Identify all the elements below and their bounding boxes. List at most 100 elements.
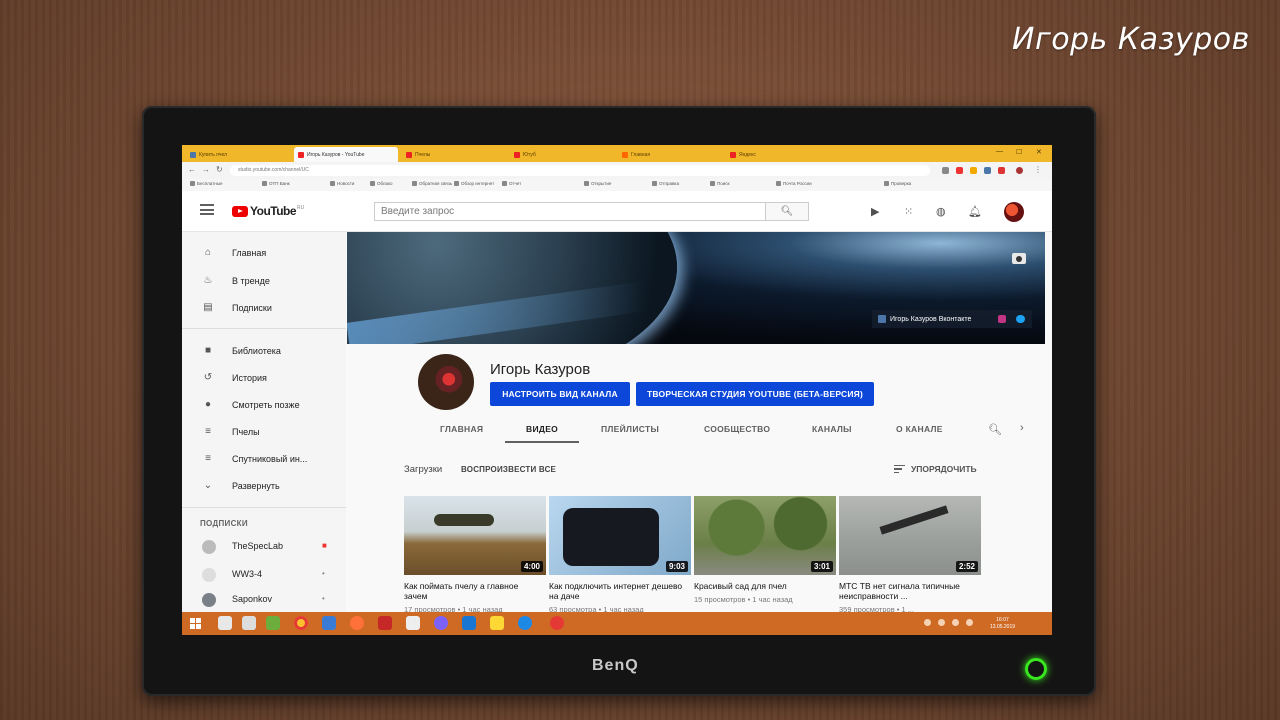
sidebar-item-library[interactable]: ■ Библиотека [182,340,346,362]
bookmark[interactable]: Открытие [584,181,611,186]
taskbar-clock[interactable]: 16:07 13.05.2019 [990,617,1015,631]
bookmark[interactable]: Проверка [884,181,911,186]
search-icon[interactable] [218,616,232,630]
customize-channel-button[interactable]: НАСТРОИТЬ ВИД КАНАЛА [490,382,630,406]
uploads-label[interactable]: Загрузки [404,464,442,475]
browser-tab[interactable]: Пчелы [402,147,506,162]
browser-tab[interactable]: Главная [618,147,722,162]
sidebar-item-trending[interactable]: ♨ В тренде [182,270,346,292]
channel-avatar[interactable] [418,354,474,410]
folder-icon[interactable] [490,616,504,630]
bookmark[interactable]: Отправка [652,181,679,186]
hamburger-menu-icon[interactable] [200,204,214,215]
browser-tab-active[interactable]: Игорь Казуров - YouTube [294,147,398,162]
bookmark[interactable]: Отчет [502,181,521,186]
bookmark[interactable]: Новости [330,181,354,186]
bookmark[interactable]: Бесплатные [190,181,222,186]
video-title[interactable]: МТС ТВ нет сигнала типичные неисправност… [839,581,981,601]
tab-community[interactable]: СООБЩЕСТВО [704,424,770,434]
search-input[interactable]: Введите запрос [374,202,766,221]
extension-icon[interactable] [942,167,949,174]
sidebar-item-subscriptions[interactable]: ▤ Подписки [182,297,346,319]
app-icon[interactable] [406,616,420,630]
reload-icon[interactable]: ↻ [216,165,223,174]
close-icon[interactable]: ✕ [1036,148,1042,156]
video-thumbnail[interactable]: 9:03 [549,496,691,575]
bookmark[interactable]: Облако [370,181,393,186]
maximize-icon[interactable]: ☐ [1016,148,1022,156]
tab-home[interactable]: ГЛАВНАЯ [440,424,483,434]
extension-icon[interactable] [984,167,991,174]
search-icon[interactable]: 🔍︎ [988,423,1002,436]
video-camera-icon[interactable]: ▶ [871,205,879,218]
video-title[interactable]: Как поймать пчелу а главное зачем [404,581,546,601]
app-icon[interactable] [266,616,280,630]
video-thumbnail[interactable]: 2:52 [839,496,981,575]
video-card[interactable]: 3:01 Красивый сад для пчел 15 просмотров… [694,496,836,604]
video-title[interactable]: Красивый сад для пчел [694,581,836,591]
twitter-icon[interactable] [1016,315,1025,323]
video-thumbnail[interactable]: 3:01 [694,496,836,575]
instagram-icon[interactable] [998,315,1006,323]
subscription-item[interactable]: TheSpecLab ■ [182,537,346,557]
back-icon[interactable]: ← [188,165,196,174]
tab-videos[interactable]: ВИДЕО [526,424,558,434]
minimize-icon[interactable]: — [996,148,1003,155]
app-icon[interactable] [462,616,476,630]
volume-icon[interactable] [952,619,959,626]
bookmark[interactable]: Обзор интернет [454,181,494,186]
sort-button[interactable]: УПОРЯДОЧИТЬ [894,464,977,475]
tab-about[interactable]: О КАНАЛЕ [896,424,943,434]
sidebar-item-expand[interactable]: ⌄ Развернуть [182,475,346,497]
sidebar-item-home[interactable]: ⌂ Главная [182,242,346,264]
profile-icon[interactable] [1016,167,1023,174]
avatar[interactable] [1004,202,1024,222]
video-title[interactable]: Как подключить интернет дешево на даче [549,581,691,601]
banner-social-links[interactable]: Игорь Казуров Вконтакте [872,310,1032,328]
youtube-logo[interactable]: YouTube RU [232,204,304,218]
subscription-item[interactable]: WW3-4 • [182,565,346,585]
extension-icon[interactable] [998,167,1005,174]
browser-tab[interactable]: Яндекс [726,147,830,162]
sidebar-item-playlist-bees[interactable]: ≡ Пчелы [182,421,346,443]
bookmark[interactable]: Обратная связь [412,181,452,186]
studio-button[interactable]: ТВОРЧЕСКАЯ СТУДИЯ YOUTUBE (БЕТА-ВЕРСИЯ) [636,382,874,406]
video-card[interactable]: 2:52 МТС ТВ нет сигнала типичные неиспра… [839,496,981,614]
forward-icon[interactable]: → [202,165,210,174]
tray-icon[interactable] [938,619,945,626]
video-card[interactable]: 9:03 Как подключить интернет дешево на д… [549,496,691,614]
bookmark[interactable]: ОТП Банк [262,181,290,186]
search-button[interactable]: 🔍︎ [765,202,809,221]
windows-start-icon[interactable] [190,618,201,629]
subscription-item[interactable]: Saponkov • [182,590,346,610]
opera-icon[interactable] [550,616,564,630]
chevron-right-icon[interactable]: › [1020,422,1024,434]
camera-icon[interactable] [1012,253,1026,264]
tab-channels[interactable]: КАНАЛЫ [812,424,852,434]
network-icon[interactable] [966,619,973,626]
extension-icon[interactable] [970,167,977,174]
browser-tab[interactable]: Купить пчел [186,147,290,162]
video-thumbnail[interactable]: 4:00 [404,496,546,575]
play-all-button[interactable]: ВОСПРОИЗВЕСТИ ВСЕ [461,465,556,474]
bookmark[interactable]: Поиск [710,181,729,186]
messages-icon[interactable]: ◍ [936,205,946,218]
url-input[interactable]: studio.youtube.com/channel/UC [230,165,930,176]
app-icon[interactable] [518,616,532,630]
chrome-icon[interactable] [294,616,308,630]
video-card[interactable]: 4:00 Как поймать пчелу а главное зачем 1… [404,496,546,614]
firefox-icon[interactable] [350,616,364,630]
app-icon[interactable] [322,616,336,630]
sidebar-item-playlist-satellite[interactable]: ≡ Спутниковый ин... [182,448,346,470]
menu-kebab-icon[interactable]: ⋮ [1034,165,1042,174]
apps-grid-icon[interactable]: ⁙ [904,205,913,218]
viber-icon[interactable] [434,616,448,630]
bookmark[interactable]: Почта России [776,181,812,186]
tray-icon[interactable] [924,619,931,626]
browser-tab[interactable]: Ютуб [510,147,614,162]
sidebar-item-watch-later[interactable]: ● Смотреть позже [182,394,346,416]
task-view-icon[interactable] [242,616,256,630]
bell-icon[interactable]: 🔔︎ [968,205,982,218]
sidebar-item-history[interactable]: ↺ История [182,367,346,389]
extension-icon[interactable] [956,167,963,174]
